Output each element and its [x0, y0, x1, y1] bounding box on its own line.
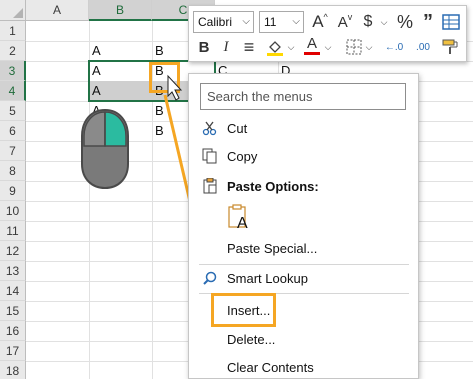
- mini-toolbar: Calibri ⌵ 11 ⌵ A ^ Av $ ⌵ % ” B I ≡ ⌵ A …: [188, 5, 467, 62]
- copy-icon: [201, 147, 219, 165]
- borders-button[interactable]: [344, 36, 364, 58]
- chevron-down-icon: ⌵: [242, 16, 250, 27]
- menu-item-label: Smart Lookup: [227, 270, 308, 286]
- table-format-icon: [442, 14, 460, 30]
- row-header-9[interactable]: 9: [0, 181, 26, 201]
- align-icon: ≡: [243, 36, 255, 57]
- italic-icon: I: [223, 38, 229, 55]
- chevron-down-icon: ⌵: [287, 41, 295, 52]
- menu-item-copy[interactable]: Copy: [189, 143, 418, 169]
- select-all-corner[interactable]: [0, 0, 26, 21]
- chevron-down-icon: ⌵: [324, 41, 332, 52]
- menu-item-label: Paste Options:: [227, 178, 319, 194]
- row-header-12[interactable]: 12: [0, 241, 26, 261]
- percent-icon: %: [396, 11, 413, 32]
- row-header-14[interactable]: 14: [0, 281, 26, 301]
- row-header-11[interactable]: 11: [0, 221, 26, 241]
- fill-color-button[interactable]: [264, 36, 286, 58]
- grow-font-icon: A: [312, 12, 324, 31]
- font-size-value: 11: [264, 15, 277, 29]
- row-header-18[interactable]: 18: [0, 361, 26, 379]
- bold-button[interactable]: B: [195, 36, 213, 58]
- paste-option-keep-source[interactable]: A: [189, 201, 418, 235]
- menu-item-label: Delete...: [227, 331, 276, 347]
- shrink-font-button[interactable]: Av: [334, 11, 356, 33]
- borders-dropdown[interactable]: ⌵: [364, 36, 374, 58]
- currency-dropdown[interactable]: ⌵: [379, 11, 389, 33]
- menu-search-placeholder: Search the menus: [207, 89, 313, 104]
- column-header-b[interactable]: B: [89, 0, 152, 21]
- cell-a2[interactable]: A: [89, 41, 101, 61]
- menu-item-paste-options: Paste Options:: [189, 173, 418, 199]
- menu-item-cut[interactable]: Cut: [189, 115, 418, 141]
- comma-icon: ”: [423, 10, 433, 33]
- italic-button[interactable]: I: [217, 36, 235, 58]
- menu-item-label: Copy: [227, 148, 258, 164]
- grow-font-button[interactable]: A ^: [309, 11, 331, 33]
- column-header-a[interactable]: A: [26, 0, 89, 21]
- cell-b2[interactable]: B: [152, 41, 164, 61]
- row-header-4[interactable]: 4: [0, 81, 26, 101]
- row-header-15[interactable]: 15: [0, 301, 26, 321]
- dollar-icon: $: [363, 13, 373, 30]
- paste-icon: [201, 177, 219, 195]
- row-header-2[interactable]: 2: [0, 41, 26, 61]
- paint-bucket-icon: [267, 41, 283, 56]
- row-header-5[interactable]: 5: [0, 101, 26, 121]
- cell-b5[interactable]: B: [152, 101, 164, 121]
- shrink-font-icon: A: [337, 13, 348, 31]
- menu-item-label: Paste Special...: [227, 240, 318, 256]
- font-color-icon: A: [306, 34, 317, 52]
- comma-style-button[interactable]: ”: [419, 11, 437, 33]
- bold-icon: B: [198, 38, 210, 56]
- font-color-button[interactable]: A: [302, 34, 322, 56]
- font-color-dropdown[interactable]: ⌵: [323, 36, 333, 58]
- fill-color-dropdown[interactable]: ⌵: [286, 36, 296, 58]
- row-header-10[interactable]: 10: [0, 201, 26, 221]
- paste-option-letter: A: [237, 215, 248, 232]
- format-table-button[interactable]: [439, 11, 463, 33]
- row-header-16[interactable]: 16: [0, 321, 26, 341]
- borders-icon: [346, 39, 362, 55]
- font-name-value: Calibri: [198, 15, 233, 29]
- row-header-17[interactable]: 17: [0, 341, 26, 361]
- currency-format-button[interactable]: $: [359, 11, 377, 33]
- menu-item-smart-lookup[interactable]: Smart Lookup: [189, 265, 418, 291]
- font-name-dropdown[interactable]: Calibri ⌵: [193, 11, 254, 33]
- row-header-8[interactable]: 8: [0, 161, 26, 181]
- row-header-13[interactable]: 13: [0, 261, 26, 281]
- menu-item-label: Cut: [227, 120, 248, 136]
- right-click-mouse-icon: [81, 108, 129, 190]
- menu-item-clear-contents[interactable]: Clear Contents: [189, 354, 418, 379]
- increase-decimal-button[interactable]: ←.0: [381, 36, 407, 58]
- search-icon: [201, 269, 219, 287]
- context-menu: Search the menus Cut Copy Paste Options:…: [188, 73, 419, 379]
- scissors-icon: [201, 119, 219, 137]
- menu-item-paste-special[interactable]: Paste Special...: [189, 235, 418, 261]
- cell-b6[interactable]: B: [152, 121, 164, 141]
- insert-highlight-box: [211, 293, 276, 327]
- row-header-3[interactable]: 3: [0, 61, 26, 81]
- align-center-button[interactable]: ≡: [239, 36, 259, 58]
- decrease-decimal-button[interactable]: .00: [410, 36, 436, 58]
- menu-item-label: Clear Contents: [227, 359, 314, 375]
- format-painter-button[interactable]: [439, 36, 461, 58]
- decrease-decimal-icon: .00: [416, 41, 430, 53]
- chevron-down-icon: ⌵: [365, 41, 373, 52]
- increase-decimal-icon: ←.0: [384, 41, 404, 53]
- row-header-1[interactable]: 1: [0, 21, 26, 41]
- font-color-swatch: [304, 51, 320, 55]
- percent-style-button[interactable]: %: [394, 11, 416, 33]
- paintbrush-icon: [442, 39, 458, 54]
- row-header-7[interactable]: 7: [0, 141, 26, 161]
- menu-item-delete[interactable]: Delete...: [189, 326, 418, 352]
- row-header-6[interactable]: 6: [0, 121, 26, 141]
- chevron-down-icon: ⌵: [292, 16, 300, 27]
- chevron-down-icon: ⌵: [380, 16, 388, 27]
- right-click-target-highlight: [149, 62, 180, 93]
- menu-search-input[interactable]: Search the menus: [200, 83, 406, 110]
- font-size-dropdown[interactable]: 11 ⌵: [259, 11, 304, 33]
